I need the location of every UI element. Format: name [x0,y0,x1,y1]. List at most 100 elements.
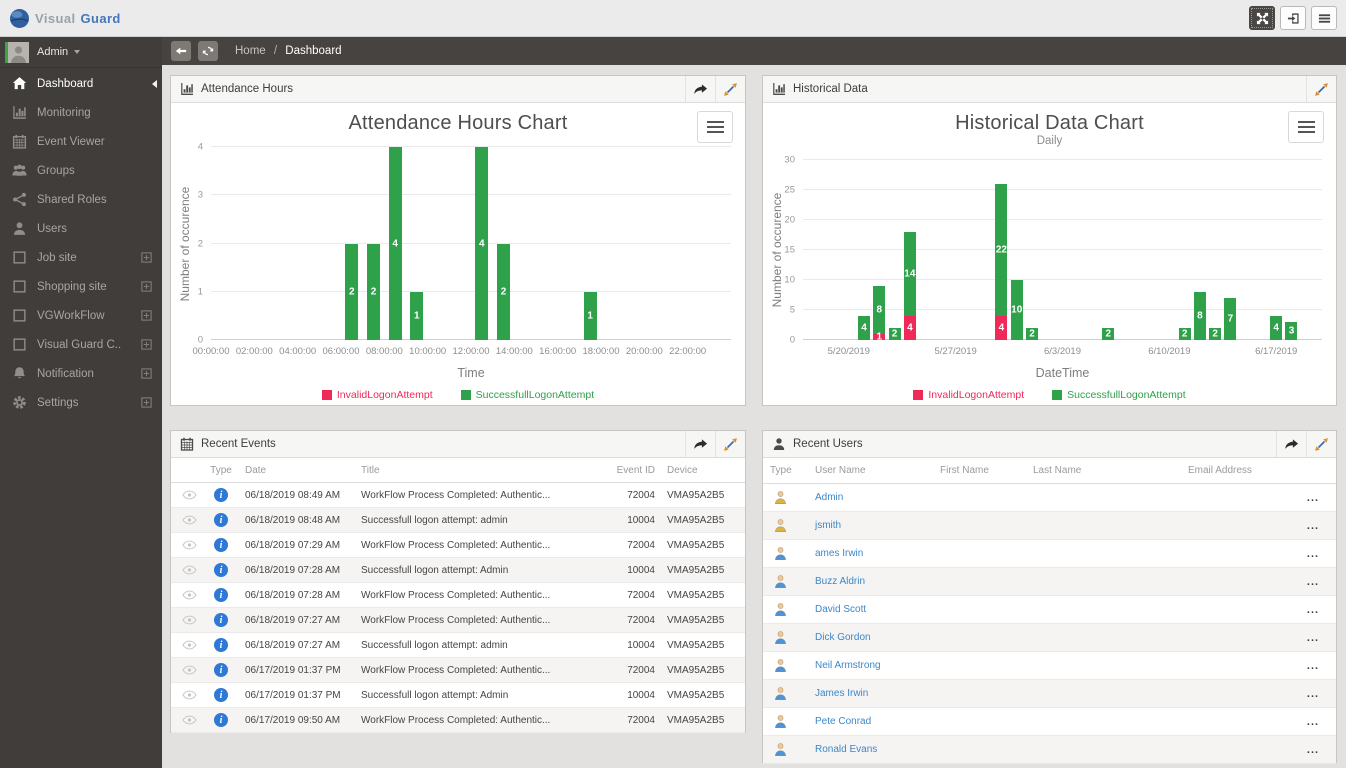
user-name-link[interactable]: Dick Gordon [815,632,871,643]
breadcrumb-home-link[interactable]: Home [235,45,266,57]
info-icon: i [214,588,228,602]
eye-icon[interactable] [171,615,207,625]
chart-icon [12,105,27,120]
user-name-link[interactable]: James Irwin [815,688,868,699]
table-row[interactable]: Ronald Evans... [763,736,1336,764]
y-axis-title: Number of occurence [770,192,784,308]
expand-panel-button[interactable] [715,76,745,102]
expand-panel-button[interactable] [1306,76,1336,102]
refresh-button[interactable] [198,41,218,61]
table-row[interactable]: James Irwin... [763,680,1336,708]
eye-icon[interactable] [171,515,207,525]
sidebar-item-notification[interactable]: Notification [0,359,162,388]
plus-square-icon[interactable] [141,310,152,321]
table-row[interactable]: jsmith... [763,512,1336,540]
plus-square-icon[interactable] [141,339,152,350]
table-row[interactable]: i 06/18/2019 07:27 AM Successfull logon at… [171,633,745,658]
logout-button[interactable] [1280,6,1306,30]
eye-icon[interactable] [171,565,207,575]
hamburger-icon [1297,126,1315,128]
table-row[interactable]: ames Irwin... [763,540,1336,568]
user-name-link[interactable]: Ronald Evans [815,744,877,755]
sidebar-item-job-site[interactable]: Job site [0,243,162,272]
row-actions-button[interactable]: ... [1290,548,1336,560]
plus-square-icon[interactable] [141,281,152,292]
sidebar-item-settings[interactable]: Settings [0,388,162,417]
table-row[interactable]: Neil Armstrong... [763,652,1336,680]
sidebar-item-vgworkflow[interactable]: VGWorkFlow [0,301,162,330]
sidebar-item-users[interactable]: Users [0,214,162,243]
eye-icon[interactable] [171,665,207,675]
row-actions-button[interactable]: ... [1290,716,1336,728]
eye-icon[interactable] [171,490,207,500]
expand-panel-button[interactable] [715,431,745,457]
sidebar-item-shared-roles[interactable]: Shared Roles [0,185,162,214]
sidebar-item-event-viewer[interactable]: Event Viewer [0,127,162,156]
back-button[interactable] [171,41,191,61]
table-row[interactable]: David Scott... [763,596,1336,624]
sidebar-item-dashboard[interactable]: Dashboard [0,69,162,98]
eye-icon[interactable] [171,690,207,700]
eye-icon[interactable] [171,540,207,550]
user-name-link[interactable]: Buzz Aldrin [815,576,865,587]
plus-square-icon[interactable] [141,252,152,263]
table-row[interactable]: i 06/18/2019 07:27 AM WorkFlow Process Com… [171,608,745,633]
table-row[interactable]: i 06/17/2019 01:37 PM Successfull logon at… [171,683,745,708]
column-header-device: Device [667,464,698,476]
table-row[interactable]: i 06/18/2019 07:29 AM WorkFlow Process Com… [171,533,745,558]
sidebar-item-shopping-site[interactable]: Shopping site [0,272,162,301]
table-row[interactable]: i 06/18/2019 07:28 AM WorkFlow Process Com… [171,583,745,608]
table-row[interactable]: Dick Gordon... [763,624,1336,652]
table-row[interactable]: i 06/17/2019 09:50 AM WorkFlow Process Com… [171,708,745,733]
table-row[interactable]: Buzz Aldrin... [763,568,1336,596]
table-row[interactable]: Admin... [763,484,1336,512]
sidebar-item-visual-guard-c[interactable]: Visual Guard C.. [0,330,162,359]
user-name-link[interactable]: jsmith [815,520,841,531]
event-device: VMA95A2B5 [667,689,725,701]
table-row[interactable]: i 06/18/2019 08:49 AM WorkFlow Process Com… [171,483,745,508]
share-panel-button[interactable] [685,431,715,457]
row-actions-button[interactable]: ... [1290,604,1336,616]
row-actions-button[interactable]: ... [1290,520,1336,532]
sidebar-user-menu[interactable]: Admin [0,37,162,68]
table-row[interactable]: i 06/18/2019 08:48 AM Successfull logon at… [171,508,745,533]
user-name-link[interactable]: David Scott [815,604,866,615]
row-actions-button[interactable]: ... [1290,576,1336,588]
y-axis-tick: 1 [197,286,203,298]
chart-menu-button[interactable] [697,111,733,143]
sidebar-item-monitoring[interactable]: Monitoring [0,98,162,127]
bar-value-label: 4 [392,238,398,249]
bar: 7 [1224,160,1237,340]
table-row[interactable]: i 06/18/2019 07:28 AM Successfull logon at… [171,558,745,583]
eye-icon[interactable] [171,590,207,600]
calendar-icon [180,437,194,451]
table-row[interactable]: i 06/17/2019 01:37 PM WorkFlow Process Com… [171,658,745,683]
event-id: 72004 [627,539,655,551]
row-actions-button[interactable]: ... [1290,632,1336,644]
share-panel-button[interactable] [1276,431,1306,457]
expand-panel-button[interactable] [1306,431,1336,457]
event-device: VMA95A2B5 [667,614,725,626]
table-row[interactable]: Pete Conrad... [763,708,1336,736]
user-name-link[interactable]: Admin [815,492,843,503]
event-type-cell: i [207,563,235,577]
eye-icon[interactable] [171,640,207,650]
plus-square-icon[interactable] [141,397,152,408]
row-actions-button[interactable]: ... [1290,688,1336,700]
chart-menu-button[interactable] [1288,111,1324,143]
row-actions-button[interactable]: ... [1290,492,1336,504]
bar: 10 [1010,160,1023,340]
menu-button[interactable] [1311,6,1337,30]
user-name-link[interactable]: ames Irwin [815,548,863,559]
share-panel-button[interactable] [685,76,715,102]
row-actions-button[interactable]: ... [1290,744,1336,756]
eye-icon[interactable] [171,715,207,725]
sidebar-item-groups[interactable]: Groups [0,156,162,185]
user-name-link[interactable]: Pete Conrad [815,716,871,727]
gridline [211,146,731,147]
fullscreen-button[interactable] [1249,6,1275,30]
user-name-link[interactable]: Neil Armstrong [815,660,881,671]
row-actions-button[interactable]: ... [1290,660,1336,672]
bar-value-label: 10 [1011,304,1023,316]
plus-square-icon[interactable] [141,368,152,379]
